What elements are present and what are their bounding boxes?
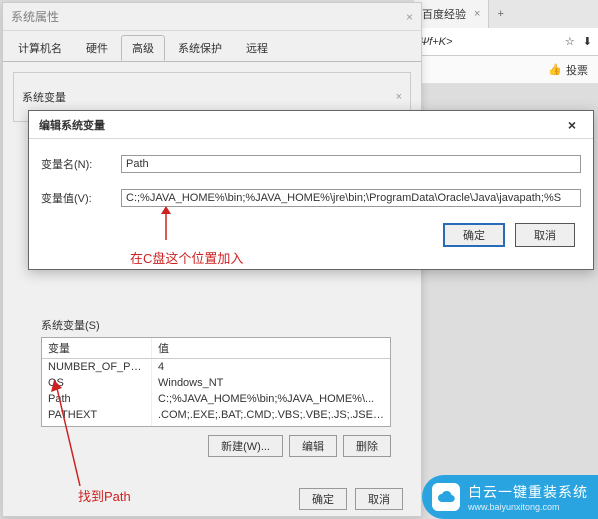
name-label: 变量名(N): [41,156,121,172]
name-input[interactable] [121,155,581,173]
table-row: NUMBER_OF_PR...4 [42,359,390,375]
table-row: OSWindows_NT [42,375,390,391]
ok-button[interactable]: 确定 [299,488,347,510]
close-icon[interactable]: × [474,8,480,20]
sysvars-caption: 系统变量(S) [41,317,391,333]
new-tab-button[interactable]: + [489,8,511,20]
thumbs-up-icon[interactable]: 👍 [548,63,562,76]
cancel-button[interactable]: 取消 [515,223,575,247]
tab-advanced[interactable]: 高级 [121,35,165,61]
close-icon[interactable]: × [396,91,402,103]
address-hint: Ψf+K> [420,36,452,48]
ok-button[interactable]: 确定 [443,223,505,247]
table-row: PATHEXT.COM;.EXE;.BAT;.CMD;.VBS;.VBE;.JS… [42,407,390,423]
edit-button[interactable]: 编辑 [289,435,337,457]
vote-label[interactable]: 投票 [566,62,588,78]
close-icon[interactable]: × [561,114,583,136]
tab-protection[interactable]: 系统保护 [167,35,233,61]
tab-computer-name[interactable]: 计算机名 [7,35,73,61]
page-toolbar: 👍 投票 [414,56,598,84]
watermark-url: www.baiyunxitong.com [468,502,588,512]
tab-hardware[interactable]: 硬件 [75,35,119,61]
cloud-icon [432,483,460,511]
download-icon[interactable]: ⬇ [583,35,592,48]
browser-tab[interactable]: 百度经验 × [414,0,489,28]
cancel-button[interactable]: 取消 [355,488,403,510]
watermark: 白云一键重装系统 www.baiyunxitong.com [422,475,598,519]
col-name[interactable]: 变量 [42,338,152,358]
tab-bar: 计算机名 硬件 高级 系统保护 远程 [3,31,421,62]
dialog-title: 编辑系统变量 [39,117,105,133]
inner-caption: 系统变量 [22,89,66,105]
tab-remote[interactable]: 远程 [235,35,279,61]
table-row: PROCESSOR_AR...AMD64 [42,423,390,427]
edit-variable-dialog: 编辑系统变量 × 变量名(N): 变量值(V): 确定 取消 [28,110,594,270]
watermark-title: 白云一键重装系统 [468,482,588,502]
sysvars-list[interactable]: 变量 值 NUMBER_OF_PR...4 OSWindows_NT PathC… [41,337,391,427]
table-row: PathC:;%JAVA_HOME%\bin;%JAVA_HOME%\... [42,391,390,407]
close-icon[interactable]: × [406,10,413,24]
col-value[interactable]: 值 [152,338,390,358]
new-button[interactable]: 新建(W)... [208,435,283,457]
value-input[interactable] [121,189,581,207]
tab-label: 百度经验 [422,6,466,22]
browser-tabstrip: 百度经验 × + [414,0,598,28]
window-title: 系统属性 [11,8,59,25]
star-icon[interactable]: ☆ [565,35,575,48]
value-label: 变量值(V): [41,190,121,206]
delete-button[interactable]: 删除 [343,435,391,457]
address-bar[interactable]: Ψf+K> ☆ ⬇ [414,28,598,56]
